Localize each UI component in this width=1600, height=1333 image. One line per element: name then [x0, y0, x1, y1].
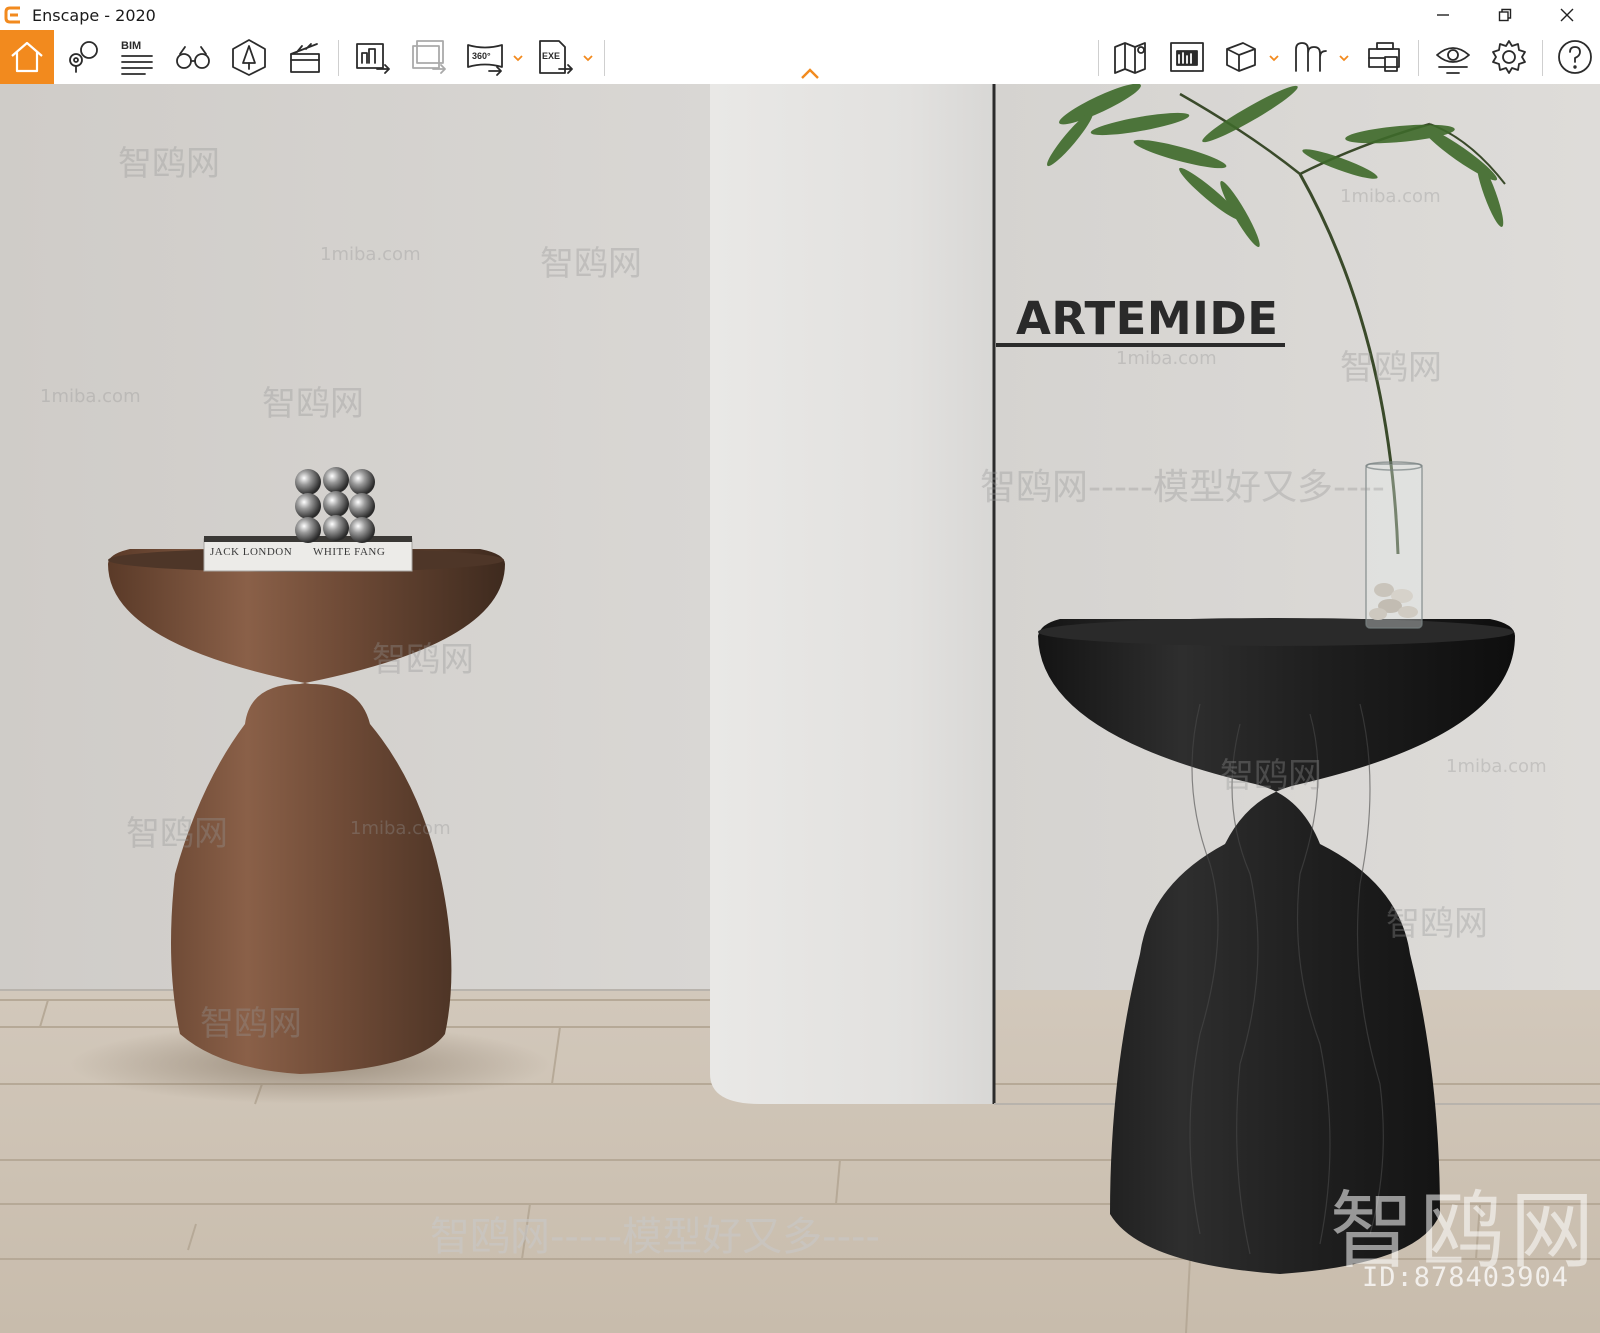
panorama-360-icon: 360°: [467, 44, 503, 76]
binoculars-icon: [176, 46, 210, 69]
exe-label: EXE: [542, 51, 560, 61]
asset-library-icon: [232, 39, 266, 76]
brand-logo-text: ARTEMIDE: [1016, 292, 1279, 345]
bim-info-icon: BIM: [121, 40, 153, 75]
video-editor-button[interactable]: [282, 34, 328, 80]
table-right-top: [1038, 618, 1514, 646]
batch-render-icon: [412, 40, 446, 74]
toolbar-separator: [604, 40, 605, 76]
panorama-dropdown[interactable]: [512, 52, 524, 64]
chevron-up-icon: [801, 68, 819, 79]
scene-render: [0, 84, 1600, 1333]
map-pin-icon: [69, 41, 98, 73]
minimize-icon: [1437, 14, 1449, 16]
cube-icon: [1226, 42, 1256, 72]
eye-settings-icon: [1436, 47, 1470, 74]
home-icon: [11, 41, 43, 73]
enscape-logo-icon: [4, 6, 20, 24]
title-bar: Enscape - 2020: [0, 0, 1600, 30]
restore-button[interactable]: [1482, 0, 1528, 30]
views-library-dropdown[interactable]: [1338, 52, 1350, 64]
home-button[interactable]: [0, 30, 54, 84]
export-exe-icon: EXE: [539, 40, 573, 74]
toolbar-collapse-button[interactable]: [798, 66, 822, 82]
window-title: Enscape - 2020: [32, 6, 156, 25]
views-button[interactable]: [60, 34, 106, 80]
batch-render-button[interactable]: [406, 34, 452, 80]
render-viewport[interactable]: ARTEMIDE JACK LONDON WHITE FANG 智鸥网 智鸥网 …: [0, 84, 1600, 1333]
gear-icon: [1492, 40, 1526, 74]
bim-button[interactable]: BIM: [114, 34, 160, 80]
minimize-button[interactable]: [1420, 0, 1466, 30]
white-column: [710, 84, 994, 1104]
chevron-down-icon: [1269, 55, 1279, 62]
book-title: WHITE FANG: [313, 546, 386, 558]
close-button[interactable]: [1544, 0, 1590, 30]
close-icon: [1560, 8, 1574, 22]
help-button[interactable]: [1552, 34, 1598, 80]
toolbar-separator: [1418, 40, 1419, 76]
minimap-button[interactable]: [1164, 34, 1210, 80]
help-icon: [1558, 40, 1592, 74]
view-cube-dropdown[interactable]: [1268, 52, 1280, 64]
views-icon: [1295, 42, 1327, 72]
minimap-icon: [1170, 42, 1204, 72]
assets-button[interactable]: [226, 34, 272, 80]
chevron-down-icon: [583, 55, 593, 62]
panorama-button[interactable]: 360°: [462, 34, 508, 80]
exe-export-button[interactable]: EXE: [532, 34, 578, 80]
view-cube-button[interactable]: [1218, 34, 1264, 80]
visual-settings-button[interactable]: [1430, 34, 1476, 80]
chevron-down-icon: [1339, 55, 1349, 62]
capture-button[interactable]: [1362, 34, 1408, 80]
views-library-button[interactable]: [1288, 34, 1334, 80]
chrome-ornament: [295, 467, 375, 543]
chevron-down-icon: [513, 55, 523, 62]
book-author: JACK LONDON: [210, 546, 293, 558]
toolbar-separator: [1542, 40, 1543, 76]
map-icon: [1114, 42, 1146, 74]
restore-icon: [1498, 8, 1512, 22]
watermark-id: ID:878403904: [1362, 1262, 1570, 1293]
toolbar-separator: [1098, 40, 1099, 76]
watermark-slogan-bottom: 智鸥网-----模型好又多----: [430, 1214, 880, 1260]
export-image-icon: [356, 43, 390, 74]
map-button[interactable]: [1108, 34, 1154, 80]
toolbar-separator: [338, 40, 339, 76]
bim-label: BIM: [121, 40, 141, 52]
glass-vase: [1365, 461, 1423, 629]
clapperboard-icon: [290, 43, 320, 73]
panorama-label: 360°: [472, 51, 491, 61]
capture-icon: [1368, 42, 1400, 72]
settings-button[interactable]: [1486, 34, 1532, 80]
render-image-button[interactable]: [350, 34, 396, 80]
exe-dropdown[interactable]: [582, 52, 594, 64]
walk-mode-button[interactable]: [170, 34, 216, 80]
